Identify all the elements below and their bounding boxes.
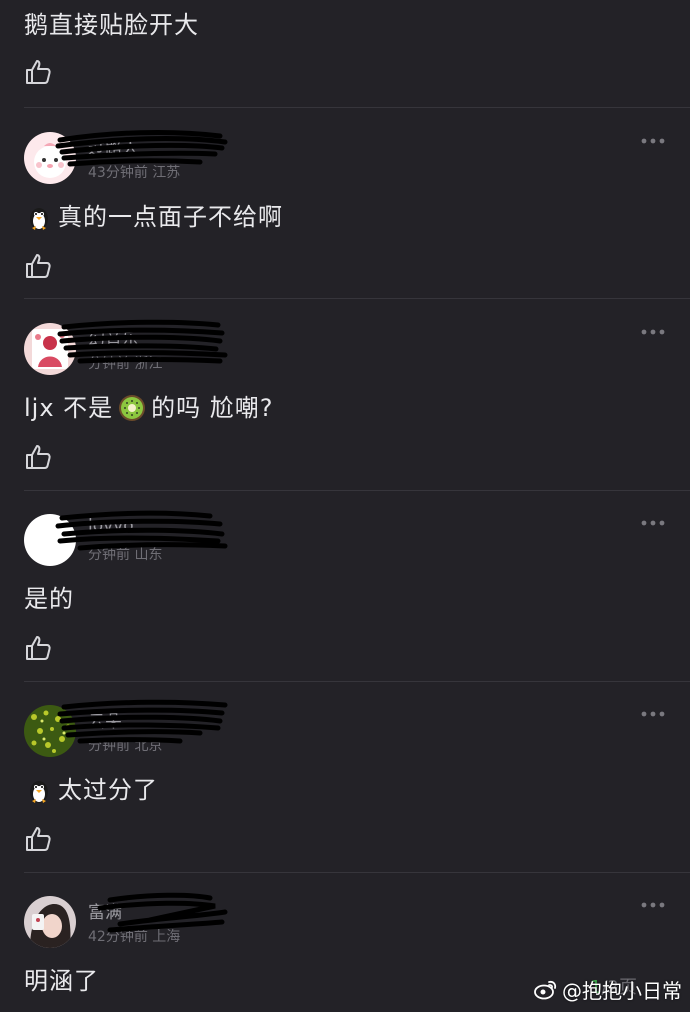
watermark-text: @抱抱小日常 <box>562 979 682 1003</box>
comment-text: 鹅直接贴脸开大 <box>24 11 199 39</box>
comment-body: 是的 <box>24 585 74 613</box>
comment-text: 真的一点面子不给啊 <box>24 200 283 234</box>
comment-text: 是的 <box>24 582 74 616</box>
thumbs-up-icon[interactable] <box>24 634 52 662</box>
thumbs-up-icon[interactable] <box>24 58 52 86</box>
comment-text: ljx 不是 的吗 尬嘲? <box>24 391 274 425</box>
comment-fragment-top: 鹅直接贴脸开大 <box>24 8 664 42</box>
comment-text: 明涵了 <box>24 964 99 998</box>
thumbs-up-icon[interactable] <box>24 825 52 853</box>
comment-body-part1: ljx 不是 <box>24 394 114 422</box>
comment-body: 明涵了 <box>24 967 99 995</box>
divider <box>24 681 690 682</box>
comment-body: 太过分了 <box>58 776 158 804</box>
more-options-icon[interactable] <box>640 136 666 146</box>
weibo-icon <box>534 980 557 999</box>
comment-body: 真的一点面子不给啊 <box>58 203 283 231</box>
more-options-icon[interactable] <box>640 709 666 719</box>
redaction-scribble <box>57 319 228 364</box>
weibo-watermark: @抱抱小日常 <box>534 975 682 1004</box>
comment-body-part2: 的吗 尬嘲? <box>151 394 274 422</box>
more-options-icon[interactable] <box>640 327 666 337</box>
penguin-emoji <box>30 781 48 803</box>
redaction-scribble <box>97 892 228 933</box>
redaction-scribble <box>57 699 228 744</box>
redaction-scribble <box>55 510 228 551</box>
redaction-scribble <box>55 130 228 167</box>
divider <box>24 107 690 108</box>
kiwi-emoji <box>119 395 146 421</box>
divider <box>24 872 690 873</box>
thumbs-up-icon[interactable] <box>24 252 52 280</box>
more-options-icon[interactable] <box>640 518 666 528</box>
comment-text: 太过分了 <box>24 773 158 807</box>
penguin-emoji <box>30 208 48 230</box>
more-options-icon[interactable] <box>640 900 666 910</box>
thumbs-up-icon[interactable] <box>24 443 52 471</box>
divider <box>24 490 690 491</box>
divider <box>24 298 690 299</box>
